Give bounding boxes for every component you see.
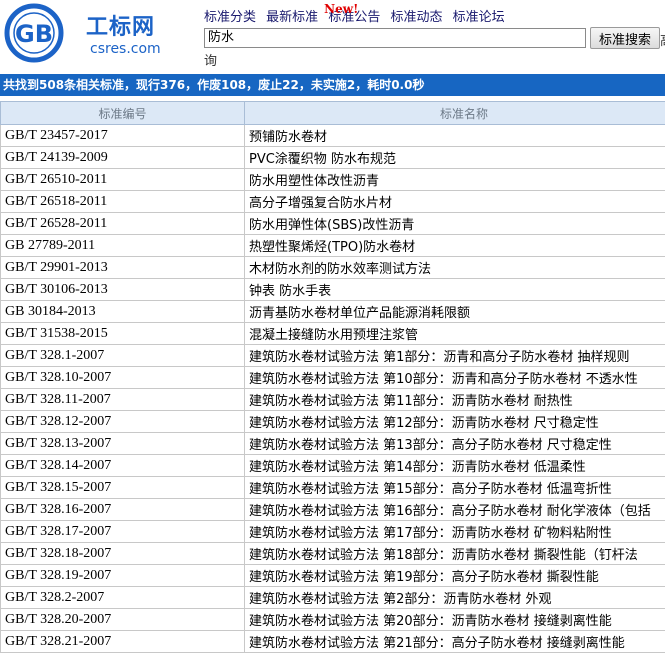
- gb-logo-icon: GB: [4, 3, 64, 63]
- standard-name-link[interactable]: 木材防水剂的防水效率测试方法: [244, 256, 665, 279]
- standard-code-link[interactable]: GB/T 328.19-2007: [0, 564, 245, 587]
- advanced-search-link-part[interactable]: 高: [660, 30, 665, 49]
- search-input[interactable]: [204, 28, 586, 48]
- standard-code-link[interactable]: GB/T 328.11-2007: [0, 388, 245, 411]
- standard-name-link[interactable]: 防水用弹性体(SBS)改性沥青: [244, 212, 665, 235]
- top-nav: 标准分类 最新标准 New! 标准公告 标准动态 标准论坛: [204, 2, 511, 25]
- results-table: 标准编号 标准名称 GB/T 23457-2017 预铺防水卷材 GB/T 2413…: [0, 101, 665, 653]
- standard-code-link[interactable]: GB/T 328.2-2007: [0, 586, 245, 609]
- standard-code-link[interactable]: GB/T 328.16-2007: [0, 498, 245, 521]
- standard-code-link[interactable]: GB/T 29901-2013: [0, 256, 245, 279]
- standard-name-link[interactable]: 建筑防水卷材试验方法 第11部分：沥青防水卷材 耐热性: [244, 388, 665, 411]
- table-row[interactable]: GB/T 328.21-2007 建筑防水卷材试验方法 第21部分：高分子防水卷材…: [0, 630, 665, 653]
- nav-item-latest[interactable]: 最新标准: [266, 10, 318, 25]
- standard-name-link[interactable]: 建筑防水卷材试验方法 第13部分：高分子防水卷材 尺寸稳定性: [244, 432, 665, 455]
- standard-code-link[interactable]: GB/T 31538-2015: [0, 322, 245, 345]
- table-row[interactable]: GB/T 23457-2017 预铺防水卷材: [0, 124, 665, 147]
- table-row[interactable]: GB/T 24139-2009 PVC涂覆织物 防水布规范: [0, 146, 665, 169]
- standard-code-link[interactable]: GB/T 26518-2011: [0, 190, 245, 213]
- standard-name-link[interactable]: 建筑防水卷材试验方法 第2部分：沥青防水卷材 外观: [244, 586, 665, 609]
- table-row[interactable]: GB/T 328.12-2007 建筑防水卷材试验方法 第12部分：沥青防水卷材 …: [0, 410, 665, 433]
- standard-code-link[interactable]: GB/T 328.10-2007: [0, 366, 245, 389]
- standard-name-link[interactable]: 预铺防水卷材: [244, 124, 665, 147]
- standard-name-link[interactable]: 防水用塑性体改性沥青: [244, 168, 665, 191]
- table-row[interactable]: GB/T 328.2-2007 建筑防水卷材试验方法 第2部分：沥青防水卷材 外观: [0, 586, 665, 609]
- nav-item-forum[interactable]: 标准论坛: [453, 10, 505, 25]
- standard-name-link[interactable]: 建筑防水卷材试验方法 第12部分：沥青防水卷材 尺寸稳定性: [244, 410, 665, 433]
- standard-name-link[interactable]: 钟表 防水手表: [244, 278, 665, 301]
- standard-name-link[interactable]: PVC涂覆织物 防水布规范: [244, 146, 665, 169]
- table-body: GB/T 23457-2017 预铺防水卷材 GB/T 24139-2009 PVC涂…: [0, 124, 665, 653]
- standard-name-link[interactable]: 建筑防水卷材试验方法 第21部分：高分子防水卷材 接缝剥离性能: [244, 630, 665, 653]
- table-row[interactable]: GB/T 328.17-2007 建筑防水卷材试验方法 第17部分：沥青防水卷材 …: [0, 520, 665, 543]
- table-row[interactable]: GB/T 328.11-2007 建筑防水卷材试验方法 第11部分：沥青防水卷材 …: [0, 388, 665, 411]
- new-badge: New!: [324, 2, 359, 16]
- standard-code-link[interactable]: GB/T 328.15-2007: [0, 476, 245, 499]
- standard-name-link[interactable]: 热塑性聚烯烃(TPO)防水卷材: [244, 234, 665, 257]
- standard-code-link[interactable]: GB 30184-2013: [0, 300, 245, 323]
- site-header: GB 工标网 csres.com 标准分类 最新标准 New! 标准公告 标准动…: [0, 0, 665, 74]
- logo-letters: GB: [15, 20, 53, 48]
- standard-code-link[interactable]: GB/T 328.1-2007: [0, 344, 245, 367]
- standard-code-link[interactable]: GB/T 23457-2017: [0, 124, 245, 147]
- table-row[interactable]: GB/T 26510-2011 防水用塑性体改性沥青: [0, 168, 665, 191]
- table-row[interactable]: GB/T 328.1-2007 建筑防水卷材试验方法 第1部分：沥青和高分子防水卷…: [0, 344, 665, 367]
- table-row[interactable]: GB 27789-2011 热塑性聚烯烃(TPO)防水卷材: [0, 234, 665, 257]
- standard-name-link[interactable]: 建筑防水卷材试验方法 第19部分：高分子防水卷材 撕裂性能: [244, 564, 665, 587]
- table-row[interactable]: GB/T 328.19-2007 建筑防水卷材试验方法 第19部分：高分子防水卷材…: [0, 564, 665, 587]
- results-summary: 共找到508条相关标准，现行376，作废108，废止22，未实施2，耗时0.0秒: [0, 74, 665, 96]
- standard-name-link[interactable]: 建筑防水卷材试验方法 第10部分：沥青和高分子防水卷材 不透水性: [244, 366, 665, 389]
- standard-code-link[interactable]: GB/T 24139-2009: [0, 146, 245, 169]
- table-row[interactable]: GB/T 328.18-2007 建筑防水卷材试验方法 第18部分：沥青防水卷材 …: [0, 542, 665, 565]
- table-row[interactable]: GB/T 29901-2013 木材防水剂的防水效率测试方法: [0, 256, 665, 279]
- nav-item-news[interactable]: 标准动态: [390, 10, 442, 25]
- standard-code-link[interactable]: GB/T 30106-2013: [0, 278, 245, 301]
- standard-name-link[interactable]: 高分子增强复合防水片材: [244, 190, 665, 213]
- standard-code-link[interactable]: GB 27789-2011: [0, 234, 245, 257]
- table-row[interactable]: GB/T 30106-2013 钟表 防水手表: [0, 278, 665, 301]
- table-row[interactable]: GB/T 328.14-2007 建筑防水卷材试验方法 第14部分：沥青防水卷材 …: [0, 454, 665, 477]
- standard-name-link[interactable]: 建筑防水卷材试验方法 第20部分：沥青防水卷材 接缝剥离性能: [244, 608, 665, 631]
- column-header-code[interactable]: 标准编号: [0, 101, 245, 125]
- standard-name-link[interactable]: 建筑防水卷材试验方法 第1部分：沥青和高分子防水卷材 抽样规则: [244, 344, 665, 367]
- table-header-row: 标准编号 标准名称: [0, 101, 665, 125]
- table-row[interactable]: GB/T 328.16-2007 建筑防水卷材试验方法 第16部分：高分子防水卷材…: [0, 498, 665, 521]
- table-row[interactable]: GB/T 328.15-2007 建筑防水卷材试验方法 第15部分：高分子防水卷材…: [0, 476, 665, 499]
- logo-domain: csres.com: [90, 41, 161, 57]
- standard-name-link[interactable]: 建筑防水卷材试验方法 第17部分：沥青防水卷材 矿物料粘附性: [244, 520, 665, 543]
- table-row[interactable]: GB/T 26528-2011 防水用弹性体(SBS)改性沥青: [0, 212, 665, 235]
- standard-code-link[interactable]: GB/T 26528-2011: [0, 212, 245, 235]
- standard-code-link[interactable]: GB/T 328.13-2007: [0, 432, 245, 455]
- site-logo[interactable]: GB 工标网 csres.com: [4, 2, 174, 64]
- table-row[interactable]: GB/T 328.10-2007 建筑防水卷材试验方法 第10部分：沥青和高分子防…: [0, 366, 665, 389]
- table-row[interactable]: GB 30184-2013 沥青基防水卷材单位产品能源消耗限额: [0, 300, 665, 323]
- search-button[interactable]: 标准搜索: [590, 27, 660, 49]
- logo-cn-name: 工标网: [86, 15, 156, 40]
- standard-code-link[interactable]: GB/T 328.14-2007: [0, 454, 245, 477]
- nav-item-category[interactable]: 标准分类: [204, 10, 256, 25]
- standard-name-link[interactable]: 建筑防水卷材试验方法 第15部分：高分子防水卷材 低温弯折性: [244, 476, 665, 499]
- table-row[interactable]: GB/T 328.13-2007 建筑防水卷材试验方法 第13部分：高分子防水卷材…: [0, 432, 665, 455]
- standard-name-link[interactable]: 沥青基防水卷材单位产品能源消耗限额: [244, 300, 665, 323]
- standard-code-link[interactable]: GB/T 328.20-2007: [0, 608, 245, 631]
- table-row[interactable]: GB/T 26518-2011 高分子增强复合防水片材: [0, 190, 665, 213]
- standard-name-link[interactable]: 建筑防水卷材试验方法 第16部分：高分子防水卷材 耐化学液体（包括: [244, 498, 665, 521]
- standard-name-link[interactable]: 建筑防水卷材试验方法 第18部分：沥青防水卷材 撕裂性能（钉杆法: [244, 542, 665, 565]
- standard-code-link[interactable]: GB/T 26510-2011: [0, 168, 245, 191]
- advanced-search-link-wrap[interactable]: 询: [204, 50, 217, 69]
- standard-name-link[interactable]: 建筑防水卷材试验方法 第14部分：沥青防水卷材 低温柔性: [244, 454, 665, 477]
- column-header-name[interactable]: 标准名称: [244, 101, 665, 125]
- standard-code-link[interactable]: GB/T 328.18-2007: [0, 542, 245, 565]
- table-row[interactable]: GB/T 31538-2015 混凝土接缝防水用预埋注浆管: [0, 322, 665, 345]
- standard-code-link[interactable]: GB/T 328.21-2007: [0, 630, 245, 653]
- standard-code-link[interactable]: GB/T 328.17-2007: [0, 520, 245, 543]
- table-row[interactable]: GB/T 328.20-2007 建筑防水卷材试验方法 第20部分：沥青防水卷材 …: [0, 608, 665, 631]
- standard-code-link[interactable]: GB/T 328.12-2007: [0, 410, 245, 433]
- standard-name-link[interactable]: 混凝土接缝防水用预埋注浆管: [244, 322, 665, 345]
